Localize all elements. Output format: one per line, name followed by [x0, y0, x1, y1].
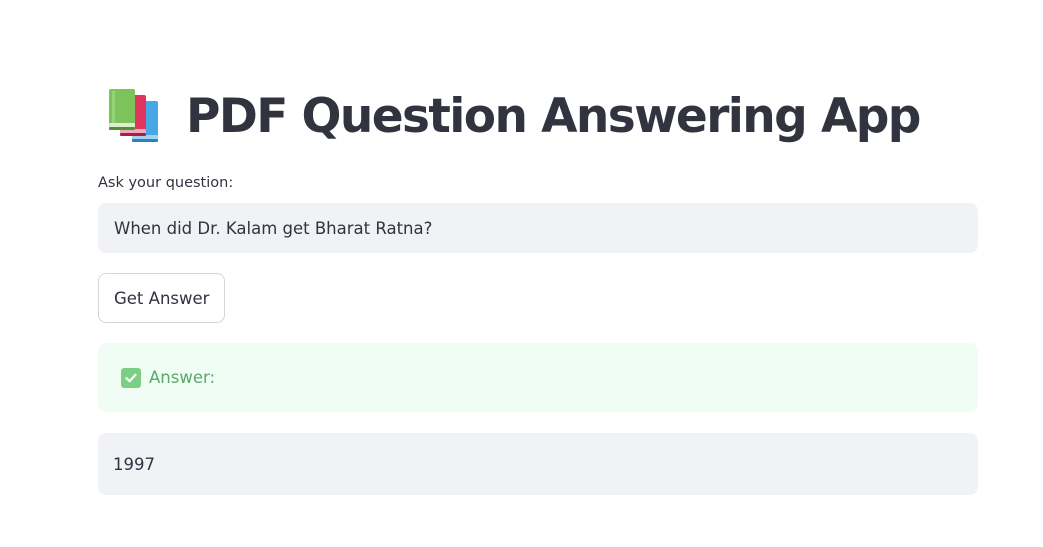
question-label: Ask your question:: [98, 175, 234, 191]
check-mark-icon: [121, 367, 141, 388]
question-input[interactable]: [98, 203, 978, 253]
answer-box: 1997: [98, 433, 978, 495]
title-row: PDF Question Answering App: [106, 86, 921, 148]
books-icon: [106, 87, 166, 147]
answer-status-box: Answer:: [98, 343, 978, 412]
get-answer-button[interactable]: Get Answer: [98, 273, 226, 323]
page-title: PDF Question Answering App: [186, 89, 921, 144]
app-root: PDF Question Answering App Ask your ques…: [0, 0, 1043, 547]
answer-value: 1997: [113, 454, 155, 474]
answer-status-label: Answer:: [149, 368, 216, 387]
